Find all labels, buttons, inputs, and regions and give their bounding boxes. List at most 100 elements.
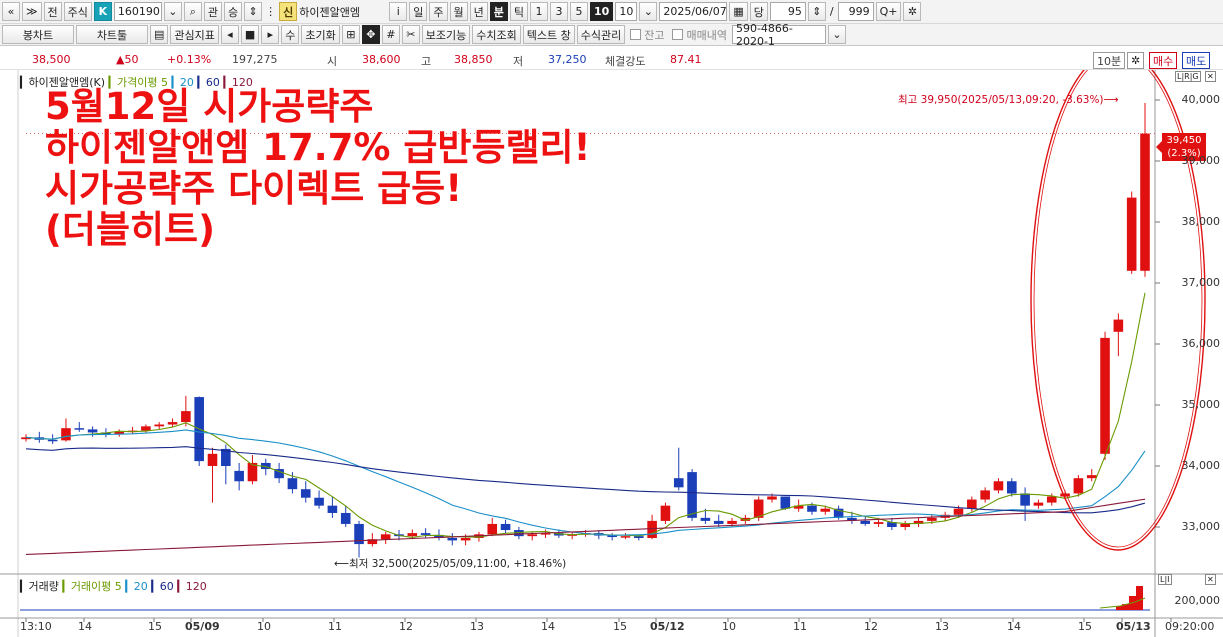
- info-button[interactable]: i: [389, 2, 408, 21]
- volume-legend-ma20: 20: [133, 580, 148, 593]
- ma5-line: [25, 292, 1146, 538]
- account-select[interactable]: 590-4866-2020-1: [731, 22, 826, 48]
- date-input[interactable]: 2025/06/07: [659, 2, 728, 21]
- gear-icon[interactable]: ✲: [903, 2, 922, 21]
- prev-stock-button[interactable]: 전: [43, 2, 62, 21]
- candle-body: [500, 523, 511, 531]
- checkbox-icon[interactable]: [672, 29, 684, 40]
- headline-line-1: 5월12일 시가공략주: [45, 85, 374, 128]
- candle-body: [407, 533, 418, 537]
- candle-body: [447, 537, 458, 541]
- close-icon[interactable]: ✕: [1205, 71, 1216, 82]
- drag-handle-icon[interactable]: ⋮: [264, 2, 277, 21]
- candle-body: [207, 453, 218, 466]
- time-tick-label: 09:20:00: [1165, 620, 1215, 633]
- count-input[interactable]: 95: [769, 2, 806, 21]
- market-select[interactable]: 주식: [63, 2, 92, 21]
- reset-button[interactable]: 초기화: [301, 25, 340, 44]
- max-input[interactable]: 999: [837, 2, 874, 21]
- zoom-in-icon[interactable]: Q+: [875, 2, 902, 21]
- su-button[interactable]: 수: [281, 25, 300, 44]
- candle-body: [953, 508, 964, 515]
- price-summary-row: 38,500 ▲50 +0.13% 197,275 시 38,600 고 38,…: [0, 50, 1223, 70]
- stop-icon[interactable]: ■: [240, 25, 260, 44]
- text-window-button[interactable]: 텍스트 창: [522, 25, 575, 44]
- scale-toggle-icon[interactable]: L|I: [1158, 574, 1172, 585]
- interval-3-button[interactable]: 3: [550, 2, 569, 21]
- sell-button[interactable]: 매도: [1182, 52, 1211, 69]
- candle-body: [234, 470, 244, 482]
- period-year-button[interactable]: 년: [469, 2, 488, 21]
- aux-function-button[interactable]: 보조기능: [421, 25, 471, 44]
- formula-manage-button[interactable]: 수식관리: [576, 25, 626, 44]
- period-day-button[interactable]: 일: [409, 2, 428, 21]
- candle-body: [380, 534, 391, 540]
- checkbox-icon[interactable]: [630, 29, 642, 40]
- interval-1-button[interactable]: 1: [530, 2, 549, 21]
- candle-body: [74, 428, 85, 430]
- save-icon[interactable]: ▤: [150, 25, 169, 44]
- interval-5-button[interactable]: 5: [570, 2, 589, 21]
- kosdaq-badge[interactable]: K: [93, 2, 112, 21]
- time-tick-label: 10: [257, 620, 271, 633]
- collapse-button[interactable]: ≫: [22, 2, 42, 21]
- scale-toggle-icon[interactable]: L|R|G: [1175, 71, 1201, 82]
- period-month-button[interactable]: 월: [449, 2, 468, 21]
- candle-body: [1086, 475, 1097, 479]
- move-icon[interactable]: ✥: [361, 25, 380, 44]
- dang-button[interactable]: 당: [749, 2, 768, 21]
- spin-updown-icon[interactable]: ⇕: [244, 2, 263, 21]
- candle-body: [420, 533, 431, 535]
- crosshair-icon[interactable]: #: [381, 25, 400, 44]
- period-minute-button[interactable]: 분: [489, 2, 508, 21]
- calendar-icon[interactable]: ▦: [729, 2, 748, 21]
- trade-history-checkbox[interactable]: 매매내역: [669, 27, 729, 43]
- chevron-down-icon[interactable]: ⌄: [163, 2, 182, 21]
- spin-updown-icon[interactable]: ⇕: [807, 2, 826, 21]
- candle-body: [647, 520, 657, 538]
- chevron-down-icon[interactable]: ⌄: [639, 2, 658, 21]
- interval-10-button[interactable]: 10: [590, 2, 614, 21]
- price-change: ▲50: [116, 53, 139, 66]
- price-tick-label: 37,000: [1181, 276, 1221, 289]
- open-value: 38,600: [362, 53, 401, 66]
- price-tick-label: 34,000: [1181, 459, 1221, 472]
- chevron-down-icon[interactable]: ⌄: [827, 25, 846, 44]
- scroll-right-icon[interactable]: ▸: [261, 25, 280, 44]
- numeric-lookup-button[interactable]: 수치조회: [472, 25, 521, 44]
- period-tick-button[interactable]: 틱: [509, 2, 529, 21]
- scissors-icon[interactable]: ✂: [401, 25, 420, 44]
- time-tick-label: 13: [935, 620, 949, 633]
- period-box[interactable]: 10분: [1093, 52, 1126, 69]
- price-tick-label: 36,000: [1181, 337, 1221, 350]
- high-label: 고: [421, 55, 432, 68]
- time-tick-label: 15: [148, 620, 162, 633]
- interval-input[interactable]: 10: [615, 2, 638, 21]
- close-icon[interactable]: ✕: [1205, 574, 1216, 585]
- watch-index-button[interactable]: 관심지표: [170, 25, 219, 44]
- seung-button[interactable]: 승: [224, 2, 243, 21]
- candle-body: [1046, 496, 1057, 503]
- candle-body: [1073, 478, 1084, 494]
- time-tick-label: 05/12: [650, 620, 685, 633]
- candle-body: [1113, 319, 1124, 332]
- balance-checkbox[interactable]: 잔고: [627, 27, 667, 43]
- gear-icon[interactable]: ✲: [1127, 52, 1145, 69]
- buy-button[interactable]: 매수: [1149, 52, 1178, 69]
- gwan-button[interactable]: 관: [203, 2, 223, 21]
- first-button[interactable]: «: [2, 2, 20, 21]
- stock-code-input[interactable]: 160190: [113, 2, 162, 21]
- chart-tool-button[interactable]: 차트툴: [76, 25, 148, 44]
- layout-icon[interactable]: ⊞: [341, 25, 360, 44]
- candle-body: [314, 497, 324, 506]
- candle-body: [967, 499, 977, 509]
- scroll-left-icon[interactable]: ◂: [220, 25, 239, 44]
- period-week-button[interactable]: 주: [429, 2, 448, 21]
- low-annotation: ⟵최저 32,500(2025/05/09,11:00, +18.46%): [334, 558, 567, 570]
- candle-body: [713, 520, 724, 524]
- candle-chart-button[interactable]: 봉차트: [2, 25, 74, 44]
- search-icon[interactable]: ⌕: [183, 2, 202, 21]
- time-tick-label: 11: [328, 620, 342, 633]
- headline-line-3: 시가공략주 다이렉트 급등!: [45, 167, 463, 210]
- credit-badge[interactable]: 신: [279, 2, 298, 21]
